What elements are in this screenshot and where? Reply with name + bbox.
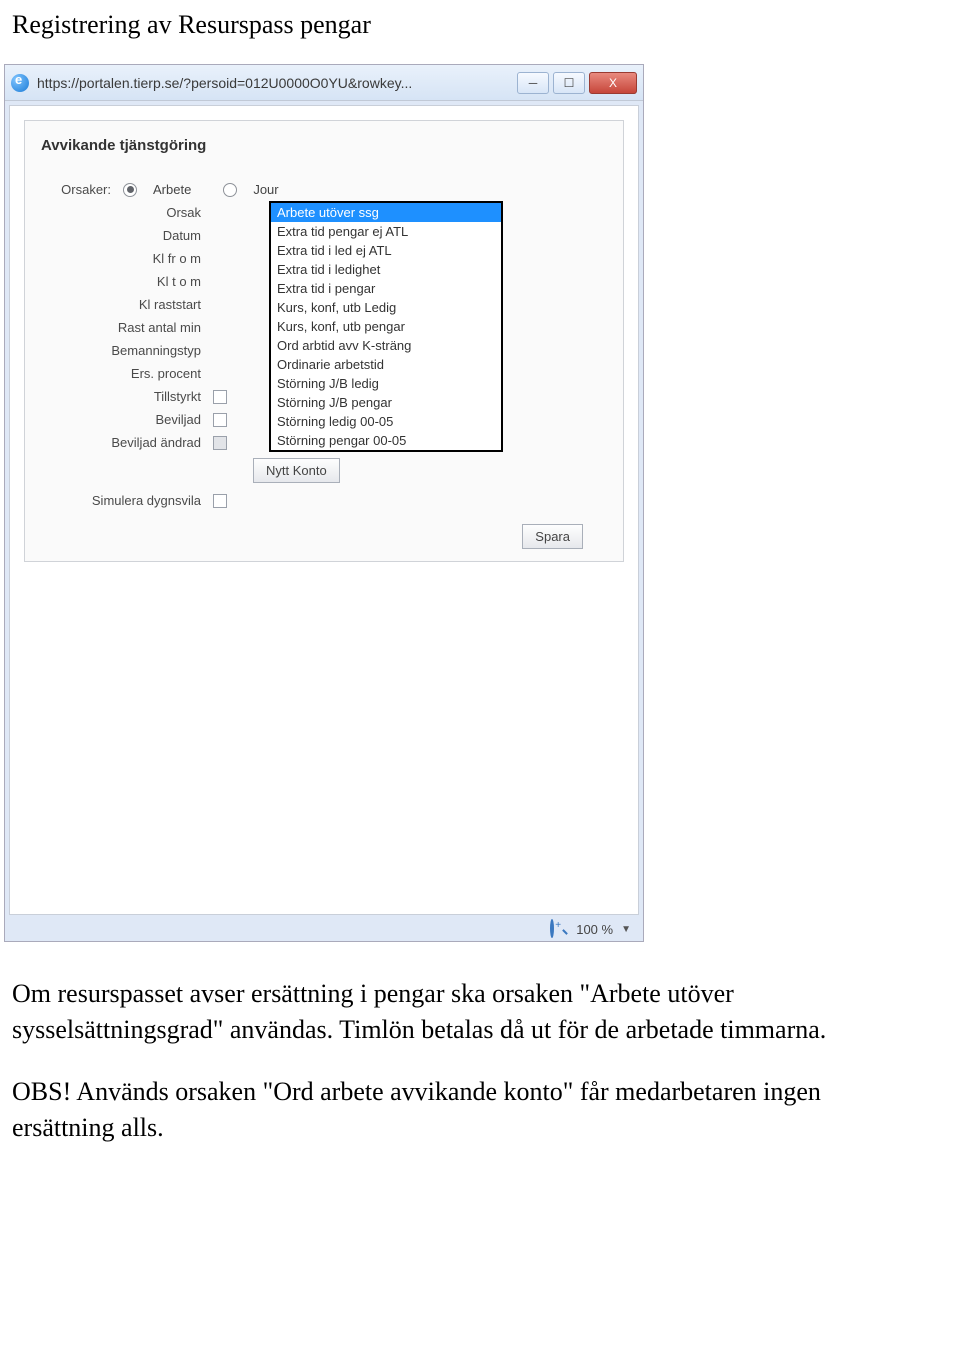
zoom-text: 100 % bbox=[576, 922, 613, 937]
window-minimize-button[interactable]: ─ bbox=[517, 72, 549, 94]
dropdown-option[interactable]: Kurs, konf, utb Ledig bbox=[271, 298, 501, 317]
lbl-raststart: Kl raststart bbox=[81, 297, 201, 312]
lbl-kltom: Kl t o m bbox=[81, 274, 201, 289]
dropdown-option[interactable]: Extra tid i led ej ATL bbox=[271, 241, 501, 260]
lbl-simulera: Simulera dygnsvila bbox=[41, 493, 201, 508]
dropdown-option[interactable]: Störning pengar 00-05 bbox=[271, 431, 501, 450]
lbl-bemanningstyp: Bemanningstyp bbox=[81, 343, 201, 358]
lbl-datum: Datum bbox=[81, 228, 201, 243]
dropdown-option[interactable]: Ordinarie arbetstid bbox=[271, 355, 501, 374]
window-client-area: Avvikande tjänstgöring Orsaker: Arbete J… bbox=[9, 105, 639, 915]
lbl-tillstyrkt: Tillstyrkt bbox=[81, 389, 201, 404]
window-url: https://portalen.tierp.se/?persoid=012U0… bbox=[37, 75, 517, 91]
paragraph-1: Om resurspasset avser ersättning i penga… bbox=[12, 976, 900, 1048]
dropdown-option[interactable]: Arbete utöver ssg bbox=[271, 203, 501, 222]
radio-jour-label: Jour bbox=[253, 182, 278, 197]
orsak-dropdown-list[interactable]: Arbete utöver ssgExtra tid pengar ej ATL… bbox=[269, 201, 503, 452]
body-text: Om resurspasset avser ersättning i penga… bbox=[0, 942, 920, 1146]
dropdown-option[interactable]: Störning J/B pengar bbox=[271, 393, 501, 412]
form-card: Avvikande tjänstgöring Orsaker: Arbete J… bbox=[24, 120, 624, 562]
lbl-ersprocent: Ers. procent bbox=[81, 366, 201, 381]
page-title: Registrering av Resurspass pengar bbox=[0, 0, 960, 40]
zoom-icon[interactable]: + bbox=[550, 919, 554, 938]
window-frame: https://portalen.tierp.se/?persoid=012U0… bbox=[4, 64, 644, 942]
radio-row: Orsaker: Arbete Jour bbox=[41, 182, 607, 197]
dropdown-option[interactable]: Störning ledig 00-05 bbox=[271, 412, 501, 431]
lbl-orsak: Orsak bbox=[81, 205, 201, 220]
checkbox-beviljad-andrad bbox=[213, 436, 227, 450]
form-fields: Arbete utöver ssgExtra tid pengar ej ATL… bbox=[81, 205, 607, 508]
dropdown-option[interactable]: Ord arbtid avv K-sträng bbox=[271, 336, 501, 355]
lbl-rastantal: Rast antal min bbox=[81, 320, 201, 335]
checkbox-tillstyrkt[interactable] bbox=[213, 390, 227, 404]
section-title: Avvikande tjänstgöring bbox=[41, 137, 607, 154]
lbl-beviljad-andrad: Beviljad ändrad bbox=[81, 435, 201, 450]
paragraph-2: OBS! Används orsaken "Ord arbete avvikan… bbox=[12, 1074, 900, 1146]
ie-icon bbox=[11, 74, 29, 92]
dropdown-option[interactable]: Extra tid i pengar bbox=[271, 279, 501, 298]
dropdown-option[interactable]: Störning J/B ledig bbox=[271, 374, 501, 393]
nytt-konto-button[interactable]: Nytt Konto bbox=[253, 458, 340, 483]
dropdown-option[interactable]: Extra tid i ledighet bbox=[271, 260, 501, 279]
window-maximize-button[interactable]: ☐ bbox=[553, 72, 585, 94]
lbl-klfrom: Kl fr o m bbox=[81, 251, 201, 266]
radio-arbete[interactable] bbox=[123, 183, 137, 197]
statusbar: + 100 % ▼ bbox=[5, 919, 643, 937]
checkbox-beviljad[interactable] bbox=[213, 413, 227, 427]
window-titlebar: https://portalen.tierp.se/?persoid=012U0… bbox=[5, 65, 643, 101]
radio-jour[interactable] bbox=[223, 183, 237, 197]
zoom-dropdown-icon[interactable]: ▼ bbox=[621, 924, 631, 935]
lbl-beviljad: Beviljad bbox=[81, 412, 201, 427]
spara-button[interactable]: Spara bbox=[522, 524, 583, 549]
dropdown-option[interactable]: Extra tid pengar ej ATL bbox=[271, 222, 501, 241]
radio-arbete-label: Arbete bbox=[153, 182, 191, 197]
window-close-button[interactable]: X bbox=[589, 72, 637, 94]
checkbox-simulera[interactable] bbox=[213, 494, 227, 508]
dropdown-option[interactable]: Kurs, konf, utb pengar bbox=[271, 317, 501, 336]
orsaker-label: Orsaker: bbox=[41, 182, 111, 197]
